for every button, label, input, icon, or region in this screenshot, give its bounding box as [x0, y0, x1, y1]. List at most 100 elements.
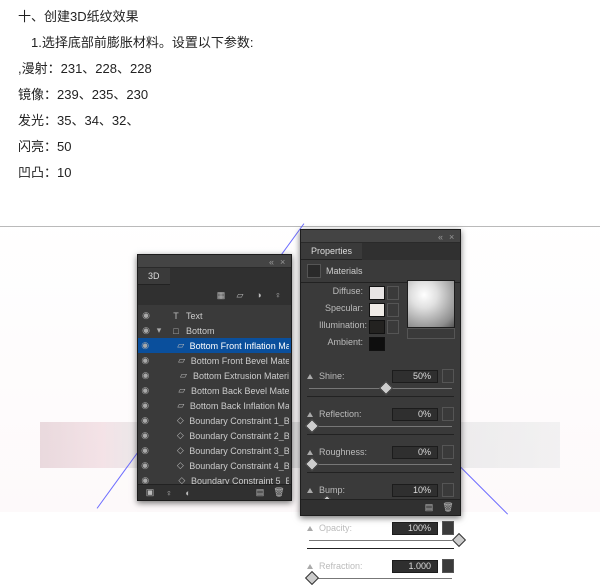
- filter-light-icon[interactable]: ♀: [271, 288, 285, 302]
- panel-3d-titlebar[interactable]: « ×: [138, 255, 291, 268]
- swatch-specular-picker[interactable]: [387, 303, 399, 317]
- slider-value-roughness[interactable]: 0%: [392, 446, 438, 459]
- swatch-diffuse-picker[interactable]: [387, 286, 399, 300]
- camera-icon[interactable]: ▣: [143, 486, 157, 500]
- slider-texture-picker-refraction[interactable]: [442, 559, 454, 573]
- label-diffuse: Diffuse:: [319, 286, 363, 300]
- tree-row[interactable]: ◉ ▱ Bottom Front Bevel Material: [138, 353, 291, 368]
- disclosure-icon[interactable]: [307, 374, 313, 379]
- filter-material-icon[interactable]: ◑: [252, 288, 266, 302]
- slider-label-reflection: Reflection:: [319, 409, 363, 419]
- disclosure-icon[interactable]: [307, 526, 313, 531]
- item-type-icon: ▱: [177, 369, 190, 383]
- close-icon[interactable]: ×: [280, 257, 288, 265]
- material-preview-picker[interactable]: [407, 328, 455, 339]
- slider-track-opacity[interactable]: [307, 534, 454, 544]
- swatch-diffuse[interactable]: [369, 286, 385, 300]
- tree-row[interactable]: ◉ ▱Bottom Front Inflation Mate...: [138, 338, 291, 353]
- trash-icon[interactable]: 🗑: [272, 486, 286, 500]
- slider-track-reflection[interactable]: [307, 420, 454, 430]
- material-preview-sphere[interactable]: [407, 280, 455, 328]
- doc-line-specular: 镜像：239、235、230: [18, 84, 600, 106]
- slider-row-refraction: Refraction:1.000: [307, 559, 454, 573]
- visibility-eye-icon[interactable]: ◉: [140, 415, 150, 426]
- visibility-eye-icon[interactable]: ◉: [140, 340, 150, 351]
- slider-row-bump: Bump:10%: [307, 483, 454, 497]
- visibility-eye-icon[interactable]: ◉: [140, 355, 151, 366]
- visibility-eye-icon[interactable]: ◉: [140, 385, 151, 396]
- swatch-illumination[interactable]: [369, 320, 385, 334]
- slider-value-reflection[interactable]: 0%: [392, 408, 438, 421]
- visibility-eye-icon[interactable]: ◉: [140, 400, 150, 411]
- tree-row[interactable]: ◉▾□Bottom: [138, 323, 291, 338]
- swatch-ambient[interactable]: [369, 337, 385, 351]
- slider-value-opacity[interactable]: 100%: [392, 522, 438, 535]
- swatch-illumination-picker[interactable]: [387, 320, 399, 334]
- item-type-icon: ◇: [174, 429, 186, 443]
- swatch-specular[interactable]: [369, 303, 385, 317]
- tab-3d[interactable]: 3D: [138, 268, 170, 285]
- panel-3d[interactable]: « × 3D ▦ ▱ ◑ ♀ ◉TText◉▾□Bottom◉▱Bottom F…: [137, 254, 292, 501]
- slider-value-shine[interactable]: 50%: [392, 370, 438, 383]
- tree-row[interactable]: ◉TText: [138, 308, 291, 323]
- slider-texture-picker-shine[interactable]: [442, 369, 454, 383]
- tree-row-label: Text: [186, 311, 203, 321]
- panel-properties-footer: ▤ 🗑: [301, 499, 460, 515]
- disclosure-icon[interactable]: [307, 488, 313, 493]
- slider-track-roughness[interactable]: [307, 458, 454, 468]
- visibility-eye-icon[interactable]: ◉: [140, 430, 150, 441]
- slider-value-refraction[interactable]: 1.000: [392, 560, 438, 573]
- filter-mesh-icon[interactable]: ▱: [233, 288, 247, 302]
- tree-row[interactable]: ◉ ◇Boundary Constraint 2_Bott...: [138, 428, 291, 443]
- tree-row[interactable]: ◉▱Bottom Back Bevel Material: [138, 383, 291, 398]
- panel-properties-tabstrip: Properties: [301, 243, 460, 260]
- panel-3d-filter-bar: ▦ ▱ ◑ ♀: [138, 285, 291, 305]
- slider-track-shine[interactable]: [307, 382, 454, 392]
- panel-properties[interactable]: « × Properties Materials Diffuse: Specul…: [300, 229, 461, 516]
- filter-scene-icon[interactable]: ▦: [214, 288, 228, 302]
- panel-properties-titlebar[interactable]: « ×: [301, 230, 460, 243]
- label-specular: Specular:: [319, 303, 363, 317]
- disclosure-icon[interactable]: [307, 564, 313, 569]
- slider-row-roughness: Roughness:0%: [307, 445, 454, 459]
- slider-texture-picker-opacity[interactable]: [442, 521, 454, 535]
- disclosure-icon[interactable]: [307, 412, 313, 417]
- slider-label-shine: Shine:: [319, 371, 363, 381]
- visibility-eye-icon[interactable]: ◉: [140, 325, 152, 336]
- tree-row[interactable]: ◉◇Boundary Constraint 4_Bott...: [138, 458, 291, 473]
- tree-row[interactable]: ◉▱Bottom Extrusion Material: [138, 368, 291, 383]
- visibility-eye-icon[interactable]: ◉: [140, 370, 151, 381]
- render-icon[interactable]: ◐: [181, 486, 195, 500]
- tree-row-label: Bottom Front Bevel Material: [191, 356, 289, 366]
- tree-row[interactable]: ◉▱Bottom Back Inflation Mate...: [138, 398, 291, 413]
- tab-properties[interactable]: Properties: [301, 243, 362, 260]
- close-icon[interactable]: ×: [449, 232, 457, 240]
- doc-line-shine: 闪亮：50: [18, 136, 600, 158]
- new-layer-icon[interactable]: ▤: [253, 486, 267, 500]
- doc-line-bump: 凹凸：10: [18, 162, 600, 184]
- render-settings-icon[interactable]: ▤: [422, 501, 436, 515]
- slider-value-bump[interactable]: 10%: [392, 484, 438, 497]
- tree-row[interactable]: ◉◇Boundary Constraint 1_Bott...: [138, 413, 291, 428]
- visibility-eye-icon[interactable]: ◉: [140, 460, 150, 471]
- collapse-icon[interactable]: «: [438, 232, 446, 240]
- disclosure-icon[interactable]: [307, 450, 313, 455]
- tree-row-label: Bottom Front Inflation Mate...: [190, 341, 289, 351]
- slider-texture-picker-reflection[interactable]: [442, 407, 454, 421]
- light-icon[interactable]: ♀: [162, 486, 176, 500]
- item-type-icon: ▱: [175, 354, 187, 368]
- twisty-icon[interactable]: ▾: [155, 325, 163, 336]
- slider-texture-picker-bump[interactable]: [442, 483, 454, 497]
- visibility-eye-icon[interactable]: ◉: [140, 445, 150, 456]
- tree-row[interactable]: ◉◇Boundary Constraint 3_Bott...: [138, 443, 291, 458]
- item-type-icon: ▱: [175, 339, 187, 353]
- tree-row-label: Boundary Constraint 2_Bott...: [189, 431, 289, 441]
- slider-texture-picker-roughness[interactable]: [442, 445, 454, 459]
- tree-row-label: Boundary Constraint 1_Bott...: [189, 416, 289, 426]
- slider-row-shine: Shine: 50%: [307, 369, 454, 383]
- visibility-eye-icon[interactable]: ◉: [140, 310, 152, 321]
- panel-3d-tree[interactable]: ◉TText◉▾□Bottom◉▱Bottom Front Inflation …: [138, 305, 291, 488]
- trash-icon[interactable]: 🗑: [441, 501, 455, 515]
- collapse-icon[interactable]: «: [269, 257, 277, 265]
- item-type-icon: □: [169, 324, 183, 338]
